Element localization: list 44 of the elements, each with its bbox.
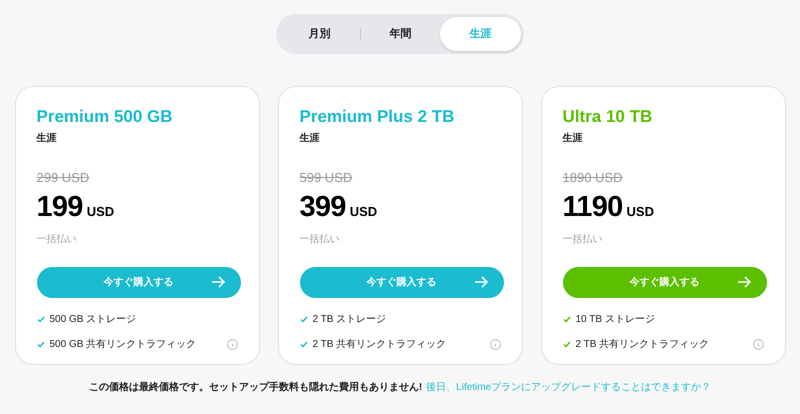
info-icon[interactable] bbox=[752, 338, 764, 350]
info-icon[interactable] bbox=[490, 338, 500, 350]
plan-name: Premium 500 GB bbox=[36, 107, 173, 127]
check-icon bbox=[36, 340, 44, 348]
currency: USD bbox=[86, 202, 114, 220]
old-price: 299 USD bbox=[36, 169, 90, 187]
buy-button[interactable]: 今すぐ購入する bbox=[36, 266, 240, 298]
info-icon[interactable] bbox=[226, 338, 238, 350]
feature-text: 2 TB ストレージ bbox=[312, 312, 388, 326]
plan-name: Premium Plus 2 TB bbox=[300, 107, 454, 127]
period-tab[interactable]: 月別 bbox=[279, 17, 360, 51]
check-icon bbox=[562, 316, 570, 322]
buy-button[interactable]: 今すぐ購入する bbox=[562, 266, 766, 298]
plan-name: Ultra 10 TB bbox=[562, 107, 652, 127]
payment-note: 一括払い bbox=[36, 232, 76, 246]
feature-text: 2 TB 共有リンクトラフィック bbox=[576, 338, 710, 352]
arrow-right-icon bbox=[736, 276, 750, 288]
payment-note: 一括払い bbox=[562, 232, 602, 246]
feature-text: 500 GB 共有リンクトラフィック bbox=[50, 338, 198, 352]
check-icon bbox=[300, 340, 308, 348]
period-tab[interactable]: 生涯 bbox=[440, 17, 522, 51]
price: 199 bbox=[36, 190, 83, 224]
currency: USD bbox=[350, 202, 378, 220]
feature-text: 500 GB ストレージ bbox=[50, 312, 138, 326]
feature-text: 10 TB ストレージ bbox=[576, 312, 656, 326]
old-price: 1890 USD bbox=[562, 169, 622, 187]
arrow-right-icon bbox=[210, 276, 224, 288]
footer-note: この価格は最終価格です。セットアップ手数料も隠れた費用もありません! bbox=[88, 380, 422, 395]
feature-text: 2 TB 共有リンクトラフィック bbox=[312, 338, 448, 352]
plan-period: 生涯 bbox=[36, 132, 56, 146]
buy-button[interactable]: 今すぐ購入する bbox=[300, 266, 504, 298]
price: 399 bbox=[300, 190, 346, 224]
old-price: 599 USD bbox=[300, 169, 352, 187]
check-icon bbox=[562, 340, 570, 348]
check-icon bbox=[36, 316, 44, 322]
arrow-right-icon bbox=[474, 276, 488, 288]
check-icon bbox=[300, 316, 308, 322]
upgrade-link[interactable]: 後日、Lifetimeプランにアップグレードすることはできますか？ bbox=[426, 380, 712, 395]
payment-note: 一括払い bbox=[300, 232, 340, 246]
price: 1190 bbox=[562, 190, 623, 224]
period-tab[interactable]: 年間 bbox=[360, 17, 440, 51]
plan-period: 生涯 bbox=[562, 132, 582, 146]
plan-period: 生涯 bbox=[300, 132, 320, 146]
currency: USD bbox=[626, 202, 654, 220]
